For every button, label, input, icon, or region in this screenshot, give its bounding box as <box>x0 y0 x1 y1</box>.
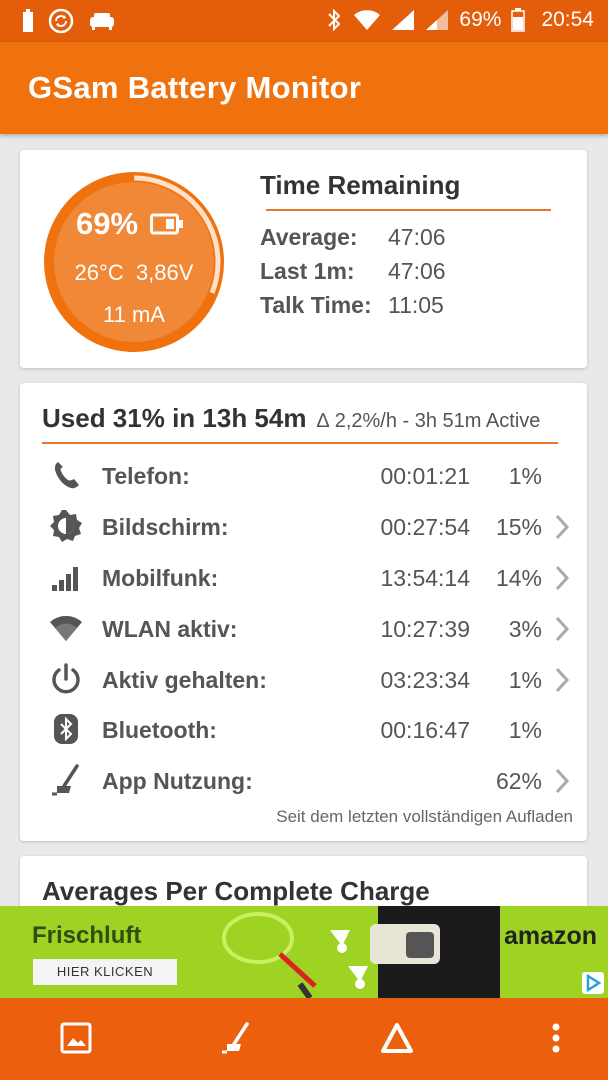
battery-icon <box>150 213 184 235</box>
usage-row-percent: 62% <box>495 768 542 794</box>
usage-row-duration: 10:27:39 <box>380 616 470 642</box>
ad-brand: Frischluft <box>32 922 142 949</box>
row-value: 11:05 <box>388 292 444 318</box>
battery-level: 69% <box>40 206 220 242</box>
brightness-icon <box>48 508 84 544</box>
usage-row-percent: 14% <box>495 565 542 591</box>
signal-bars-icon <box>48 559 84 595</box>
battery-percent: 69% <box>459 8 502 31</box>
bluetooth-status-icon <box>328 8 341 32</box>
usage-row-duration: 03:23:34 <box>380 667 470 693</box>
usage-row-label: Bluetooth: <box>102 717 217 743</box>
battery-voltage: 3,86V <box>135 260 194 285</box>
app-bar: GSam Battery Monitor <box>0 42 608 134</box>
usage-row-percent: 1% <box>508 463 542 489</box>
row-value: 47:06 <box>388 224 446 250</box>
usage-row-label: Aktiv gehalten: <box>102 667 267 693</box>
ad-cta-button[interactable]: HIER KLICKEN <box>33 959 177 985</box>
usage-row-duration: 00:16:47 <box>380 717 470 743</box>
usage-row-aktiv-gehalten[interactable]: Aktiv gehalten: 03:23:34 1% <box>20 655 587 705</box>
battery-card[interactable]: 69% 26°C 3,86V 11 mA Time Remaining Aver… <box>20 150 587 368</box>
usage-row-duration: 00:01:21 <box>380 463 470 489</box>
usage-row-label: Bildschirm: <box>102 514 229 540</box>
battery-temperature: 26°C <box>74 260 124 285</box>
image-icon[interactable] <box>56 1018 96 1058</box>
bottom-toolbar <box>0 998 608 1080</box>
phone-icon <box>48 457 84 493</box>
usage-row-mobilfunk[interactable]: Mobilfunk: 13:54:14 14% <box>20 553 587 603</box>
ad-advertiser-logo: amazon <box>504 922 598 950</box>
battery-level-value: 69% <box>75 206 139 241</box>
time-remaining-talk-time: Talk Time: 11:05 <box>260 292 444 319</box>
delta-icon[interactable] <box>377 1018 417 1058</box>
usage-card: Used 31% in 13h 54m ∆ 2,2%/h - 3h 51m Ac… <box>20 383 587 841</box>
clock: 20:54 <box>541 8 594 31</box>
usage-row-telefon[interactable]: Telefon: 00:01:21 1% <box>20 451 587 501</box>
wifi-icon <box>48 610 84 646</box>
chevron-right-icon[interactable] <box>552 767 572 795</box>
usage-row-bluetooth[interactable]: Bluetooth: 00:16:47 1% <box>20 705 587 755</box>
app-title: GSam Battery Monitor <box>28 70 362 105</box>
usage-row-percent: 1% <box>508 717 542 743</box>
ad-choices-icon[interactable] <box>582 972 604 994</box>
usage-headline: Used 31% in 13h 54m <box>42 403 307 433</box>
chevron-right-icon[interactable] <box>552 564 572 592</box>
battery-status-icon <box>511 8 526 32</box>
usage-row-label: WLAN aktiv: <box>102 616 238 642</box>
row-label: Average: <box>260 224 358 250</box>
more-vert-icon[interactable] <box>536 1018 576 1058</box>
usage-row-percent: 1% <box>508 667 542 693</box>
divider <box>266 209 551 211</box>
chevron-right-icon[interactable] <box>552 615 572 643</box>
time-remaining-title: Time Remaining <box>260 170 461 200</box>
usage-row-wlan[interactable]: WLAN aktiv: 10:27:39 3% <box>20 604 587 654</box>
system-icons: 69% 20:54 <box>325 8 594 32</box>
sofa-icon <box>90 13 114 30</box>
usage-row-label: Telefon: <box>102 463 190 489</box>
usage-row-label: App Nutzung: <box>102 768 253 794</box>
ad-image <box>222 906 500 998</box>
usage-row-duration: 13:54:14 <box>380 565 470 591</box>
notification-icons <box>22 8 116 34</box>
signal-icon <box>392 10 415 30</box>
usage-row-bildschirm[interactable]: Bildschirm: 00:27:54 15% <box>20 502 587 552</box>
row-label: Last 1m: <box>260 258 355 284</box>
battery-notification-icon <box>23 9 33 32</box>
wifi-status-icon <box>354 10 381 30</box>
bluetooth-icon <box>48 711 84 747</box>
app-usage-icon <box>48 762 84 798</box>
signal-2-icon <box>426 10 449 30</box>
time-remaining-last-1m: Last 1m: 47:06 <box>260 258 446 285</box>
divider <box>42 442 558 444</box>
ad-banner[interactable]: Frischluft HIER KLICKEN amazon <box>0 906 608 998</box>
battery-gauge[interactable]: 69% 26°C 3,86V 11 mA <box>40 168 228 356</box>
usage-row-duration: 00:27:54 <box>380 514 470 540</box>
battery-current: 11 mA <box>103 302 165 327</box>
usage-row-percent: 3% <box>508 616 542 642</box>
usage-rate: ∆ 2,2%/h - 3h 51m Active <box>316 410 541 432</box>
usage-footnote: Seit dem letzten vollständigen Aufladen <box>276 807 573 826</box>
battery-temp-voltage: 26°C 3,86V <box>40 260 228 286</box>
time-remaining-average: Average: 47:06 <box>260 224 446 251</box>
averages-title: Averages Per Complete Charge <box>42 876 430 906</box>
app-usage-icon[interactable] <box>216 1018 256 1058</box>
usage-row-label: Mobilfunk: <box>102 565 219 591</box>
chevron-right-icon[interactable] <box>552 513 572 541</box>
sync-icon <box>48 8 74 34</box>
usage-row-percent: 15% <box>495 514 542 540</box>
usage-header: Used 31% in 13h 54m ∆ 2,2%/h - 3h 51m Ac… <box>42 403 582 434</box>
chevron-right-icon[interactable] <box>552 666 572 694</box>
row-label: Talk Time: <box>260 292 372 318</box>
usage-row-app-nutzung[interactable]: App Nutzung: 62% <box>20 756 587 806</box>
row-value: 47:06 <box>388 258 446 284</box>
battery-gauge-text: 69% 26°C 3,86V 11 mA <box>40 168 228 356</box>
status-bar: 69% 20:54 <box>0 0 608 42</box>
power-icon <box>48 661 84 697</box>
